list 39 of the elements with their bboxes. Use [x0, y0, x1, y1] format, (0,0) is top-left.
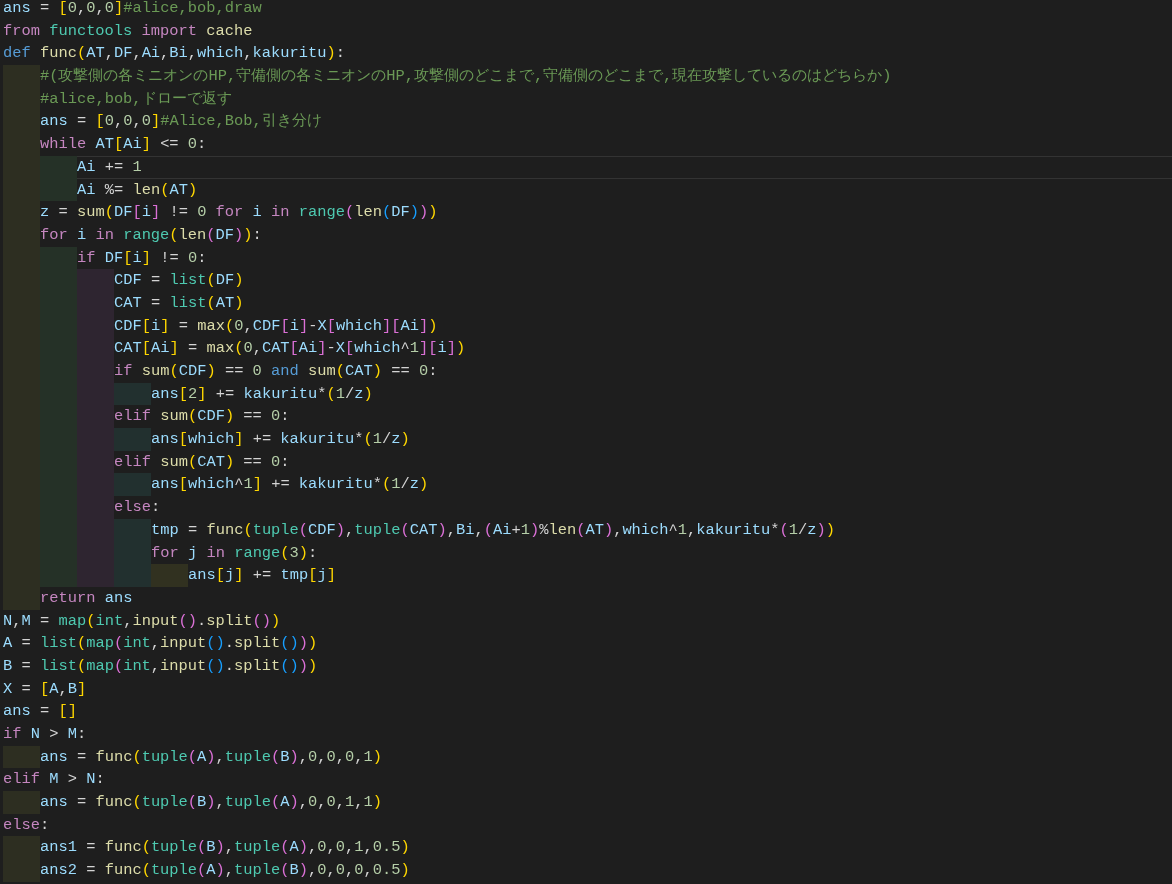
code-line: ans[which] += kakuritu*(1/z)	[151, 429, 411, 451]
code-line: X = [A,B]	[3, 678, 88, 700]
code-line: elif sum(CAT) == 0:	[114, 451, 291, 473]
code-line: ans[which^1] += kakuritu*(1/z)	[151, 474, 430, 496]
code-line: Ai %= len(AT)	[77, 179, 199, 201]
code-line: if N > M:	[3, 724, 88, 745]
code-line: ans[2] += kakuritu*(1/z)	[151, 383, 374, 405]
code-line: ans = func(tuple(A),tuple(B),0,0,0,1)	[40, 746, 383, 768]
code-line: CDF = list(DF)	[114, 270, 245, 292]
code-line: z = sum(DF[i] != 0 for i in range(len(DF)))	[40, 202, 439, 224]
code-line: for j in range(3):	[151, 542, 319, 564]
code-line: ans = func(tuple(B),tuple(A),0,0,1,1)	[40, 792, 383, 814]
code-line: ans2 = func(tuple(A),tuple(B),0,0,0,0.5)	[40, 860, 411, 882]
code-line: if DF[i] != 0:	[77, 247, 208, 269]
code-line: for i in range(len(DF)):	[40, 224, 263, 246]
code-line: ans1 = func(tuple(B),tuple(A),0,0,1,0.5)	[40, 837, 411, 859]
code-line: from functools import cache	[3, 20, 254, 42]
code-line: while AT[Ai] <= 0:	[40, 134, 208, 156]
code-line: elif sum(CDF) == 0:	[114, 406, 291, 428]
code-line: if sum(CDF) == 0 and sum(CAT) == 0:	[114, 361, 439, 382]
code-line: def func(AT,DF,Ai,Bi,which,kakuritu):	[3, 43, 346, 65]
code-line: tmp = func(tuple(CDF),tuple(CAT),Bi,(Ai+1)%len(AT),which^1,kakuritu*(1/z))	[151, 519, 836, 541]
code-line: CDF[i] = max(0,CDF[i]-X[which][Ai])	[114, 315, 439, 337]
code-line: else:	[3, 814, 51, 836]
code-line: A = list(map(int,input().split()))	[3, 633, 319, 655]
code-line: B = list(map(int,input().split()))	[3, 655, 319, 677]
code-line: ans[j] += tmp[j]	[188, 565, 337, 587]
code-line: return ans	[40, 587, 134, 609]
code-line: Ai += 1	[77, 155, 1172, 179]
code-line: CAT[Ai] = max(0,CAT[Ai]-X[which^1][i])	[114, 338, 467, 360]
code-line: ans = [0,0,0]#Alice,Bob,引き分け	[40, 111, 323, 133]
code-line: #alice,bob,ドローで返す	[40, 88, 233, 110]
code-line: CAT = list(AT)	[114, 292, 245, 314]
code-line: elif M > N:	[3, 769, 106, 791]
code-line: else:	[114, 497, 162, 519]
code-line: N,M = map(int,input().split())	[3, 610, 282, 632]
code-line: #(攻撃側の各ミニオンのHP,守備側の各ミニオンのHP,攻撃側のどこまで,守備側のどこまで,現在攻撃しているのはどちらか)	[40, 66, 893, 88]
code-line: ans = []	[3, 701, 78, 723]
code-line: ans = [0,0,0]#alice,bob,draw	[3, 0, 263, 19]
